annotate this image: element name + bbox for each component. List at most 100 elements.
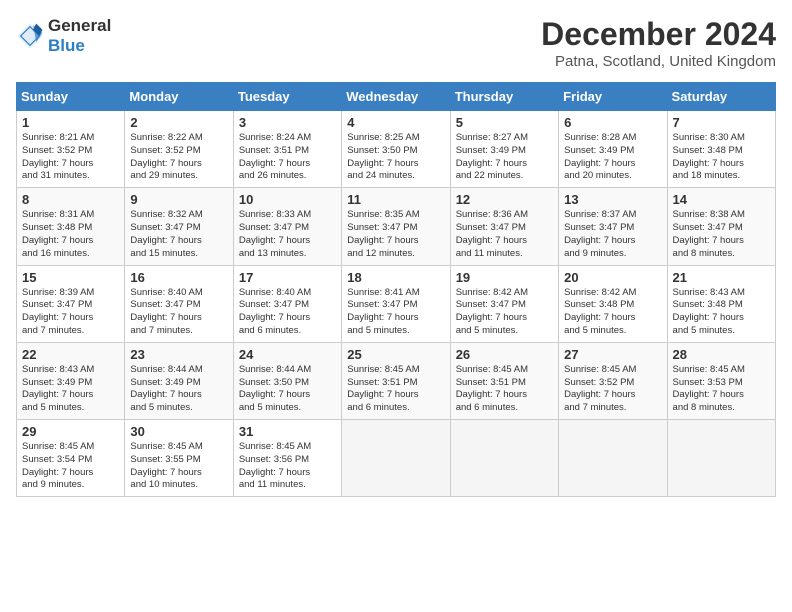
day-cell: [667, 420, 775, 497]
day-number: 18: [347, 270, 444, 285]
day-number: 3: [239, 115, 336, 130]
day-number: 19: [456, 270, 553, 285]
logo-icon: [16, 22, 44, 50]
day-cell: 1 Sunrise: 8:21 AMSunset: 3:52 PMDaylight…: [17, 111, 125, 188]
header-friday: Friday: [559, 83, 667, 111]
day-cell: 8 Sunrise: 8:31 AMSunset: 3:48 PMDaylight…: [17, 188, 125, 265]
day-info: Sunrise: 8:45 AMSunset: 3:52 PMDaylight:…: [564, 364, 661, 415]
day-cell: 22 Sunrise: 8:43 AMSunset: 3:49 PMDayligh…: [17, 342, 125, 419]
day-number: 31: [239, 424, 336, 439]
day-cell: 9 Sunrise: 8:32 AMSunset: 3:47 PMDaylight…: [125, 188, 233, 265]
day-cell: 17Sunrise: 8:40 AMSunset: 3:47 PMDayligh…: [233, 265, 341, 342]
day-info: Sunrise: 8:31 AMSunset: 3:48 PMDaylight:…: [22, 209, 119, 260]
day-info: Sunrise: 8:33 AMSunset: 3:47 PMDaylight:…: [239, 209, 336, 260]
day-cell: 29 Sunrise: 8:45 AMSunset: 3:54 PMDayligh…: [17, 420, 125, 497]
day-number: 14: [673, 192, 770, 207]
day-cell: [342, 420, 450, 497]
day-info: Sunrise: 8:32 AMSunset: 3:47 PMDaylight:…: [130, 209, 227, 260]
header-row: SundayMondayTuesdayWednesdayThursdayFrid…: [17, 83, 776, 111]
day-number: 17: [239, 270, 336, 285]
day-cell: 2 Sunrise: 8:22 AMSunset: 3:52 PMDaylight…: [125, 111, 233, 188]
day-info: Sunrise: 8:30 AMSunset: 3:48 PMDaylight:…: [673, 132, 770, 183]
day-info: Sunrise: 8:38 AMSunset: 3:47 PMDaylight:…: [673, 209, 770, 260]
day-info: Sunrise: 8:41 AMSunset: 3:47 PMDaylight:…: [347, 287, 444, 338]
title-block: December 2024 Patna, Scotland, United Ki…: [541, 16, 776, 70]
calendar-table: SundayMondayTuesdayWednesdayThursdayFrid…: [16, 82, 776, 497]
day-info: Sunrise: 8:44 AMSunset: 3:50 PMDaylight:…: [239, 364, 336, 415]
day-cell: 21Sunrise: 8:43 AMSunset: 3:48 PMDayligh…: [667, 265, 775, 342]
day-cell: 19Sunrise: 8:42 AMSunset: 3:47 PMDayligh…: [450, 265, 558, 342]
day-cell: 13Sunrise: 8:37 AMSunset: 3:47 PMDayligh…: [559, 188, 667, 265]
day-info: Sunrise: 8:25 AMSunset: 3:50 PMDaylight:…: [347, 132, 444, 183]
day-info: Sunrise: 8:45 AMSunset: 3:51 PMDaylight:…: [347, 364, 444, 415]
day-info: Sunrise: 8:24 AMSunset: 3:51 PMDaylight:…: [239, 132, 336, 183]
day-info: Sunrise: 8:21 AMSunset: 3:52 PMDaylight:…: [22, 132, 119, 183]
day-cell: 3 Sunrise: 8:24 AMSunset: 3:51 PMDaylight…: [233, 111, 341, 188]
logo-general: General: [48, 16, 111, 36]
day-cell: 20Sunrise: 8:42 AMSunset: 3:48 PMDayligh…: [559, 265, 667, 342]
day-info: Sunrise: 8:37 AMSunset: 3:47 PMDaylight:…: [564, 209, 661, 260]
day-cell: 5 Sunrise: 8:27 AMSunset: 3:49 PMDaylight…: [450, 111, 558, 188]
day-cell: 26Sunrise: 8:45 AMSunset: 3:51 PMDayligh…: [450, 342, 558, 419]
day-number: 25: [347, 347, 444, 362]
day-number: 22: [22, 347, 119, 362]
day-info: Sunrise: 8:22 AMSunset: 3:52 PMDaylight:…: [130, 132, 227, 183]
day-number: 15: [22, 270, 119, 285]
day-info: Sunrise: 8:43 AMSunset: 3:49 PMDaylight:…: [22, 364, 119, 415]
day-cell: 25 Sunrise: 8:45 AMSunset: 3:51 PMDayligh…: [342, 342, 450, 419]
day-number: 23: [130, 347, 227, 362]
day-cell: 16Sunrise: 8:40 AMSunset: 3:47 PMDayligh…: [125, 265, 233, 342]
day-number: 5: [456, 115, 553, 130]
header-saturday: Saturday: [667, 83, 775, 111]
day-cell: 30 Sunrise: 8:45 AMSunset: 3:55 PMDayligh…: [125, 420, 233, 497]
day-cell: 23 Sunrise: 8:44 AMSunset: 3:49 PMDayligh…: [125, 342, 233, 419]
day-number: 7: [673, 115, 770, 130]
day-number: 27: [564, 347, 661, 362]
day-number: 8: [22, 192, 119, 207]
logo-blue: Blue: [48, 36, 111, 56]
day-info: Sunrise: 8:35 AMSunset: 3:47 PMDaylight:…: [347, 209, 444, 260]
page-header: General Blue December 2024 Patna, Scotla…: [16, 16, 776, 70]
day-number: 30: [130, 424, 227, 439]
day-cell: 15 Sunrise: 8:39 AMSunset: 3:47 PMDayligh…: [17, 265, 125, 342]
week-row-2: 8 Sunrise: 8:31 AMSunset: 3:48 PMDaylight…: [17, 188, 776, 265]
day-number: 29: [22, 424, 119, 439]
day-number: 11: [347, 192, 444, 207]
week-row-3: 15 Sunrise: 8:39 AMSunset: 3:47 PMDayligh…: [17, 265, 776, 342]
day-info: Sunrise: 8:45 AMSunset: 3:56 PMDaylight:…: [239, 441, 336, 492]
day-cell: 6Sunrise: 8:28 AMSunset: 3:49 PMDaylight…: [559, 111, 667, 188]
week-row-1: 1 Sunrise: 8:21 AMSunset: 3:52 PMDaylight…: [17, 111, 776, 188]
day-number: 10: [239, 192, 336, 207]
day-info: Sunrise: 8:43 AMSunset: 3:48 PMDaylight:…: [673, 287, 770, 338]
header-sunday: Sunday: [17, 83, 125, 111]
header-wednesday: Wednesday: [342, 83, 450, 111]
day-number: 2: [130, 115, 227, 130]
day-info: Sunrise: 8:40 AMSunset: 3:47 PMDaylight:…: [130, 287, 227, 338]
day-cell: 27 Sunrise: 8:45 AMSunset: 3:52 PMDayligh…: [559, 342, 667, 419]
header-monday: Monday: [125, 83, 233, 111]
day-info: Sunrise: 8:42 AMSunset: 3:48 PMDaylight:…: [564, 287, 661, 338]
logo: General Blue: [16, 16, 111, 55]
header-tuesday: Tuesday: [233, 83, 341, 111]
day-number: 9: [130, 192, 227, 207]
location-title: Patna, Scotland, United Kingdom: [541, 53, 776, 70]
day-number: 24: [239, 347, 336, 362]
day-info: Sunrise: 8:45 AMSunset: 3:54 PMDaylight:…: [22, 441, 119, 492]
day-info: Sunrise: 8:45 AMSunset: 3:53 PMDaylight:…: [673, 364, 770, 415]
day-cell: 28Sunrise: 8:45 AMSunset: 3:53 PMDayligh…: [667, 342, 775, 419]
day-info: Sunrise: 8:45 AMSunset: 3:55 PMDaylight:…: [130, 441, 227, 492]
day-cell: 24 Sunrise: 8:44 AMSunset: 3:50 PMDayligh…: [233, 342, 341, 419]
day-info: Sunrise: 8:44 AMSunset: 3:49 PMDaylight:…: [130, 364, 227, 415]
day-number: 4: [347, 115, 444, 130]
day-info: Sunrise: 8:45 AMSunset: 3:51 PMDaylight:…: [456, 364, 553, 415]
day-cell: 31 Sunrise: 8:45 AMSunset: 3:56 PMDayligh…: [233, 420, 341, 497]
day-cell: 12Sunrise: 8:36 AMSunset: 3:47 PMDayligh…: [450, 188, 558, 265]
day-number: 1: [22, 115, 119, 130]
day-cell: 14 Sunrise: 8:38 AMSunset: 3:47 PMDayligh…: [667, 188, 775, 265]
header-thursday: Thursday: [450, 83, 558, 111]
day-cell: [450, 420, 558, 497]
day-cell: 7 Sunrise: 8:30 AMSunset: 3:48 PMDaylight…: [667, 111, 775, 188]
day-info: Sunrise: 8:39 AMSunset: 3:47 PMDaylight:…: [22, 287, 119, 338]
day-cell: 18 Sunrise: 8:41 AMSunset: 3:47 PMDayligh…: [342, 265, 450, 342]
day-info: Sunrise: 8:27 AMSunset: 3:49 PMDaylight:…: [456, 132, 553, 183]
